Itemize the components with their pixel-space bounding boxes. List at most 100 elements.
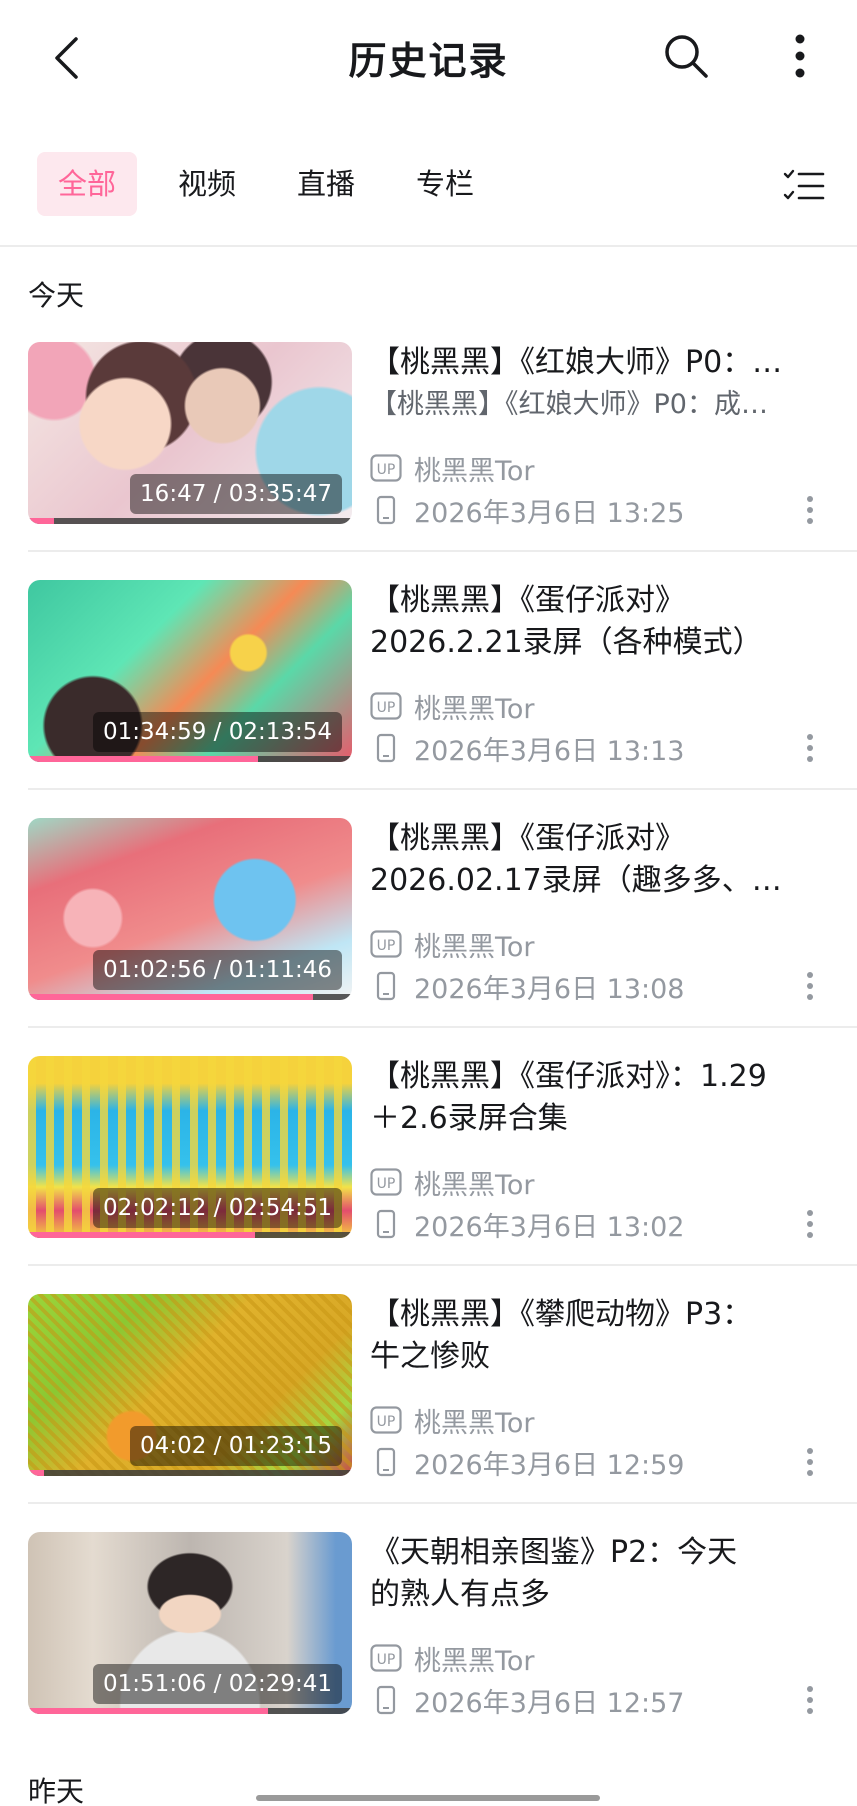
watched-time: 2026年3月6日 13:08	[414, 973, 685, 1005]
phone-icon	[370, 1446, 402, 1478]
search-icon	[665, 35, 708, 78]
item-divider	[28, 788, 857, 790]
svg-text:UP: UP	[377, 938, 396, 954]
watch-progress	[28, 1232, 352, 1238]
item-divider	[28, 1026, 857, 1028]
tab-video[interactable]: 视频	[157, 152, 257, 216]
duration-label: 16:47 / 03:35:47	[130, 474, 342, 514]
tab-live[interactable]: 直播	[276, 152, 376, 216]
section-label-today: 今天	[28, 279, 85, 312]
up-icon: UP	[370, 928, 402, 960]
video-title-line: 《天朝相亲图鉴》P2：今天	[370, 1535, 738, 1570]
uploader-row: UP 桃黑黑Tor	[370, 1164, 535, 1201]
more-vertical-icon	[807, 496, 813, 524]
item-more-button[interactable]	[795, 1680, 825, 1720]
more-options-button[interactable]	[780, 28, 820, 84]
watch-progress-fill	[28, 994, 314, 1000]
up-icon: UP	[370, 1166, 402, 1198]
watch-progress	[28, 1708, 352, 1714]
svg-text:UP: UP	[377, 1414, 396, 1430]
video-thumbnail[interactable]: 01:51:06 / 02:29:41	[28, 1532, 352, 1714]
watch-progress	[28, 994, 352, 1000]
phone-icon	[370, 1684, 402, 1716]
item-divider	[28, 1264, 857, 1266]
phone-icon	[370, 732, 402, 764]
watch-progress-fill	[28, 1232, 255, 1238]
uploader-name: 桃黑黑Tor	[414, 1169, 535, 1201]
video-thumbnail[interactable]: 01:34:59 / 02:13:54	[28, 580, 352, 762]
page-title: 历史记录	[348, 39, 509, 83]
svg-text:UP: UP	[377, 462, 396, 478]
uploader-row: UP 桃黑黑Tor	[370, 450, 535, 487]
tab-all[interactable]: 全部	[37, 152, 137, 216]
video-title: 【桃黑黑】《蛋仔派对》 2026.2.21录屏（各种模式）	[370, 580, 800, 664]
uploader-name: 桃黑黑Tor	[414, 1645, 535, 1677]
item-more-button[interactable]	[795, 490, 825, 530]
watched-time-row: 2026年3月6日 12:57	[370, 1682, 685, 1719]
video-title-line: 【桃黑黑】《蛋仔派对》	[370, 583, 685, 618]
item-more-button[interactable]	[795, 1204, 825, 1244]
more-vertical-icon	[807, 1448, 813, 1476]
history-item[interactable]: 04:02 / 01:23:15 【桃黑黑】《攀爬动物》P3： 牛之惨败 UP …	[0, 1294, 857, 1532]
uploader-name: 桃黑黑Tor	[414, 693, 535, 725]
watched-time-row: 2026年3月6日 12:59	[370, 1444, 685, 1481]
video-thumbnail[interactable]: 01:02:56 / 01:11:46	[28, 818, 352, 1000]
watched-time: 2026年3月6日 12:57	[414, 1687, 685, 1719]
duration-label: 01:34:59 / 02:13:54	[93, 712, 342, 752]
watch-progress-fill	[28, 1470, 45, 1476]
item-more-button[interactable]	[795, 728, 825, 768]
history-item[interactable]: 01:02:56 / 01:11:46 【桃黑黑】《蛋仔派对》 2026.02.…	[0, 818, 857, 1056]
video-info: 《天朝相亲图鉴》P2：今天 的熟人有点多	[370, 1532, 800, 1616]
item-divider	[28, 550, 857, 552]
svg-text:UP: UP	[377, 700, 396, 716]
video-title: 【桃黑黑】《蛋仔派对》 2026.02.17录屏（趣多多、…	[370, 818, 800, 902]
phone-icon	[370, 970, 402, 1002]
more-vertical-icon	[807, 972, 813, 1000]
more-vertical-icon	[807, 734, 813, 762]
video-title-line: 【桃黑黑】《蛋仔派对》	[370, 821, 685, 856]
video-title: 【桃黑黑】《蛋仔派对》：1.29 ＋2.6录屏合集	[370, 1056, 800, 1140]
uploader-name: 桃黑黑Tor	[414, 455, 535, 487]
video-thumbnail[interactable]: 16:47 / 03:35:47	[28, 342, 352, 524]
filter-tabs: 全部 视频 直播 专栏	[0, 150, 857, 220]
video-title-line: 的熟人有点多	[370, 1577, 550, 1612]
watched-time-row: 2026年3月6日 13:13	[370, 730, 684, 767]
watch-progress	[28, 1470, 352, 1476]
phone-icon	[370, 494, 402, 526]
item-more-button[interactable]	[795, 966, 825, 1006]
tab-column[interactable]: 专栏	[395, 152, 495, 216]
video-thumbnail[interactable]: 04:02 / 01:23:15	[28, 1294, 352, 1476]
history-item[interactable]: 01:34:59 / 02:13:54 【桃黑黑】《蛋仔派对》 2026.2.2…	[0, 580, 857, 818]
video-title-line: 2026.2.21录屏（各种模式）	[370, 625, 763, 660]
uploader-name: 桃黑黑Tor	[414, 931, 535, 963]
history-item[interactable]: 02:02:12 / 02:54:51 【桃黑黑】《蛋仔派对》：1.29 ＋2.…	[0, 1056, 857, 1294]
uploader-row: UP 桃黑黑Tor	[370, 926, 535, 963]
watch-progress	[28, 756, 352, 762]
up-icon: UP	[370, 690, 402, 722]
history-item[interactable]: 01:51:06 / 02:29:41 《天朝相亲图鉴》P2：今天 的熟人有点多…	[0, 1532, 857, 1770]
more-vertical-icon	[807, 1210, 813, 1238]
watched-time-row: 2026年3月6日 13:02	[370, 1206, 685, 1243]
watched-time-row: 2026年3月6日 13:08	[370, 968, 685, 1005]
manage-list-button[interactable]	[780, 164, 828, 208]
video-title: 《天朝相亲图鉴》P2：今天 的熟人有点多	[370, 1532, 800, 1616]
item-more-button[interactable]	[795, 1442, 825, 1482]
duration-label: 01:51:06 / 02:29:41	[93, 1664, 342, 1704]
watch-progress-fill	[28, 518, 54, 524]
video-title-line: 牛之惨败	[370, 1339, 490, 1374]
section-label-yesterday: 昨天	[28, 1775, 85, 1806]
watched-time: 2026年3月6日 13:02	[414, 1211, 685, 1243]
up-icon: UP	[370, 1404, 402, 1436]
watched-time: 2026年3月6日 13:25	[414, 497, 685, 529]
video-info: 【桃黑黑】《红娘大师》P0：… 【桃黑黑】《红娘大师》P0：成…	[370, 342, 800, 421]
duration-label: 02:02:12 / 02:54:51	[93, 1188, 342, 1228]
uploader-row: UP 桃黑黑Tor	[370, 1640, 535, 1677]
video-title-line: 【桃黑黑】《蛋仔派对》：1.29	[370, 1059, 767, 1094]
search-button[interactable]	[658, 28, 714, 84]
watched-time: 2026年3月6日 12:59	[414, 1449, 685, 1481]
home-indicator[interactable]	[256, 1795, 600, 1801]
video-thumbnail[interactable]: 02:02:12 / 02:54:51	[28, 1056, 352, 1238]
more-vertical-icon	[807, 1686, 813, 1714]
history-item[interactable]: 16:47 / 03:35:47 【桃黑黑】《红娘大师》P0：… 【桃黑黑】《红…	[0, 342, 857, 580]
watched-time-row: 2026年3月6日 13:25	[370, 492, 685, 529]
